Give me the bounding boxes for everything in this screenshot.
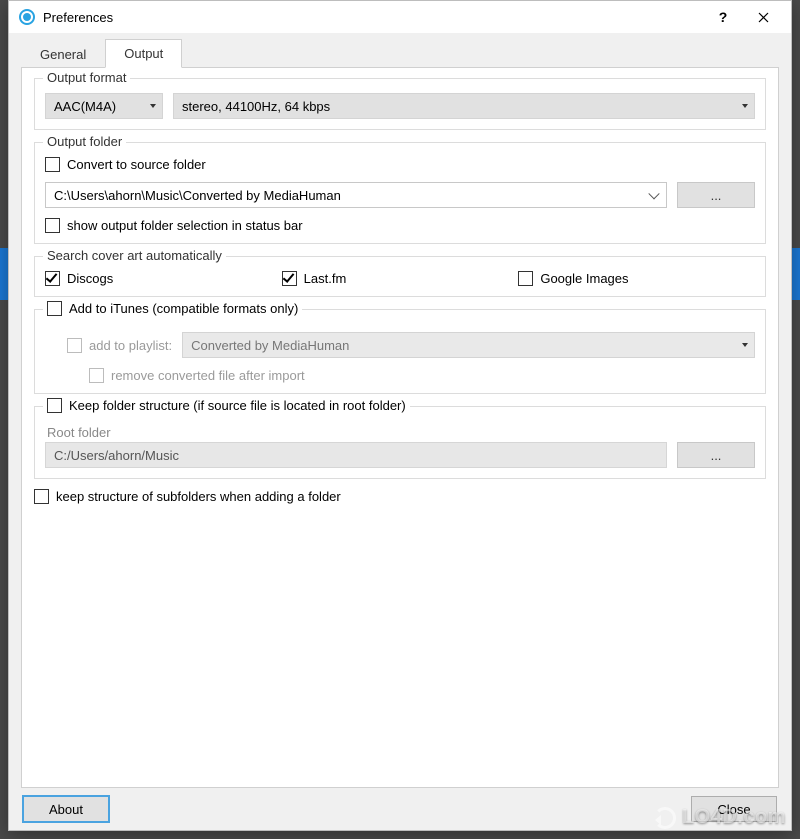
root-folder-browse-button[interactable]: ...	[677, 442, 755, 468]
group-title-cover-art: Search cover art automatically	[43, 248, 226, 263]
codec-value: AAC(M4A)	[54, 99, 116, 114]
checkbox-add-to-itunes[interactable]: Add to iTunes (compatible formats only)	[47, 301, 298, 316]
about-button[interactable]: About	[23, 796, 109, 822]
group-output-folder: Output folder Convert to source folder C…	[34, 142, 766, 244]
checkbox-box	[45, 271, 60, 286]
checkbox-box	[47, 301, 62, 316]
preferences-window: Preferences ? General Output Output form…	[8, 0, 792, 831]
checkbox-box	[45, 157, 60, 172]
window-close-button[interactable]	[743, 3, 783, 31]
profile-dropdown[interactable]: stereo, 44100Hz, 64 kbps	[173, 93, 755, 119]
checkbox-label: remove converted file after import	[111, 368, 305, 383]
checkbox-label: Google Images	[540, 271, 628, 286]
checkbox-label: Discogs	[67, 271, 113, 286]
checkbox-box	[89, 368, 104, 383]
playlist-dropdown[interactable]: Converted by MediaHuman	[182, 332, 755, 358]
tab-bar: General Output	[21, 37, 779, 67]
button-label: About	[49, 802, 83, 817]
button-label: Close	[717, 802, 750, 817]
checkbox-label: Keep folder structure (if source file is…	[69, 398, 406, 413]
checkbox-label: Last.fm	[304, 271, 347, 286]
checkbox-label: show output folder selection in status b…	[67, 218, 303, 233]
codec-dropdown[interactable]: AAC(M4A)	[45, 93, 163, 119]
browse-label: ...	[711, 188, 722, 203]
checkbox-label: Convert to source folder	[67, 157, 206, 172]
checkbox-remove-after-import[interactable]: remove converted file after import	[89, 368, 305, 383]
root-folder-path-value: C:/Users/ahorn/Music	[54, 448, 179, 463]
root-folder-label: Root folder	[47, 425, 755, 440]
group-keep-structure: Keep folder structure (if source file is…	[34, 406, 766, 479]
output-folder-path-value: C:\Users\ahorn\Music\Converted by MediaH…	[54, 188, 341, 203]
checkbox-box	[518, 271, 533, 286]
tab-panel-output: Output format AAC(M4A) stereo, 44100Hz, …	[21, 67, 779, 788]
checkbox-box	[47, 398, 62, 413]
group-title-output-folder: Output folder	[43, 134, 126, 149]
checkbox-convert-to-source[interactable]: Convert to source folder	[45, 157, 206, 172]
close-icon	[758, 12, 769, 23]
checkbox-add-to-playlist[interactable]: add to playlist:	[67, 338, 172, 353]
group-output-format: Output format AAC(M4A) stereo, 44100Hz, …	[34, 78, 766, 130]
checkbox-discogs[interactable]: Discogs	[45, 271, 282, 286]
group-cover-art: Search cover art automatically Discogs L…	[34, 256, 766, 297]
close-button[interactable]: Close	[691, 796, 777, 822]
group-itunes: Add to iTunes (compatible formats only) …	[34, 309, 766, 394]
checkbox-box	[282, 271, 297, 286]
checkbox-box	[34, 489, 49, 504]
dialog-body: General Output Output format AAC(M4A) st…	[9, 33, 791, 830]
help-button[interactable]: ?	[703, 3, 743, 31]
group-title-output-format: Output format	[43, 70, 130, 85]
tab-general[interactable]: General	[21, 40, 105, 68]
checkbox-keep-subfolder-structure[interactable]: keep structure of subfolders when adding…	[34, 489, 341, 504]
browse-label: ...	[711, 448, 722, 463]
playlist-value: Converted by MediaHuman	[191, 338, 349, 353]
titlebar: Preferences ?	[9, 1, 791, 33]
checkbox-show-in-status-bar[interactable]: show output folder selection in status b…	[45, 218, 303, 233]
checkbox-label: add to playlist:	[89, 338, 172, 353]
checkbox-label: keep structure of subfolders when adding…	[56, 489, 341, 504]
root-folder-path-input[interactable]: C:/Users/ahorn/Music	[45, 442, 667, 468]
output-folder-browse-button[interactable]: ...	[677, 182, 755, 208]
checkbox-google-images[interactable]: Google Images	[518, 271, 755, 286]
tab-output[interactable]: Output	[105, 39, 182, 68]
checkbox-label: Add to iTunes (compatible formats only)	[69, 301, 298, 316]
dialog-button-bar: About Close	[21, 788, 779, 830]
output-folder-path-input[interactable]: C:\Users\ahorn\Music\Converted by MediaH…	[45, 182, 667, 208]
profile-value: stereo, 44100Hz, 64 kbps	[182, 99, 330, 114]
checkbox-box	[45, 218, 60, 233]
app-icon	[19, 9, 35, 25]
window-title: Preferences	[43, 10, 113, 25]
checkbox-box	[67, 338, 82, 353]
checkbox-lastfm[interactable]: Last.fm	[282, 271, 519, 286]
checkbox-keep-folder-structure[interactable]: Keep folder structure (if source file is…	[47, 398, 406, 413]
